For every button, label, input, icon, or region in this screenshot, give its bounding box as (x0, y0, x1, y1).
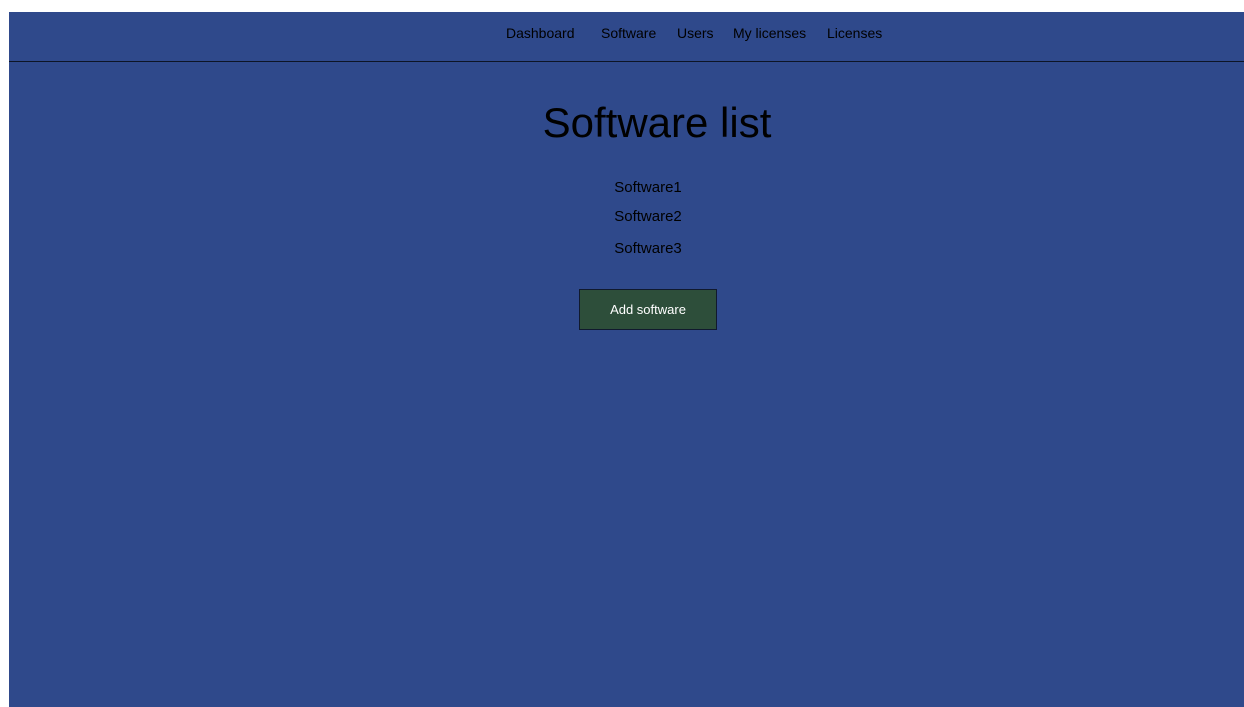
nav-link-dashboard[interactable]: Dashboard (506, 25, 575, 41)
software-list-item: Software2 (614, 208, 682, 225)
nav-link-software[interactable]: Software (601, 25, 656, 41)
nav-link-my-licenses[interactable]: My licenses (733, 25, 806, 41)
software-list-item: Software1 (614, 179, 682, 196)
top-navbar: Dashboard Software Users My licenses Lic… (9, 12, 1244, 62)
add-software-button[interactable]: Add software (579, 289, 717, 330)
page-title: Software list (542, 99, 772, 146)
nav-link-users[interactable]: Users (677, 25, 714, 41)
software-list-item: Software3 (614, 240, 682, 257)
app-frame: Dashboard Software Users My licenses Lic… (9, 12, 1244, 707)
nav-link-licenses[interactable]: Licenses (827, 25, 882, 41)
